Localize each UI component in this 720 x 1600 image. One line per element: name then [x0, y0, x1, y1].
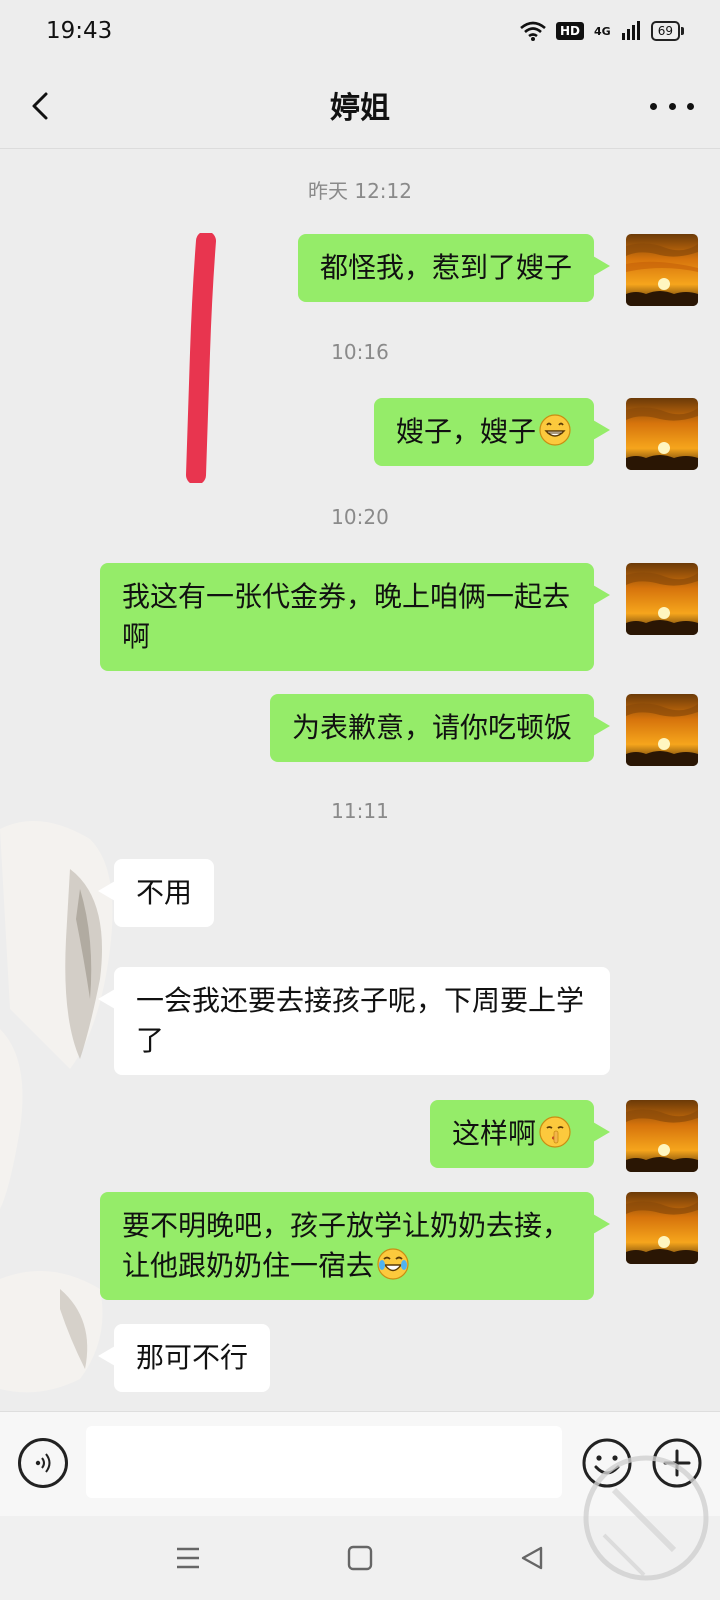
system-navigation-bar [0, 1516, 720, 1600]
voice-icon [35, 1453, 51, 1473]
my-avatar[interactable] [626, 563, 698, 635]
status-bar: 19:43 HD 4G 69 [0, 0, 720, 62]
status-time: 19:43 [46, 18, 113, 44]
more-dot-icon [668, 102, 676, 110]
more-functions-button[interactable] [650, 1436, 704, 1490]
sunset-avatar-image [626, 398, 698, 470]
smudge-overlay [0, 821, 113, 1209]
incoming-message[interactable]: 不用 [97, 859, 215, 927]
plus-icon [652, 1438, 702, 1488]
outgoing-message[interactable]: 都怪我，惹到了嫂子 [297, 234, 611, 302]
emoji-button[interactable] [580, 1436, 634, 1490]
hd-badge: HD [556, 22, 585, 40]
tears-of-joy-emoji-icon [377, 1248, 409, 1280]
status-icons: HD 4G 69 [520, 21, 684, 41]
outgoing-message[interactable]: 嫂子，嫂子 [373, 398, 611, 466]
smudge-overlay [0, 1271, 103, 1393]
incoming-message[interactable]: 一会我还要去接孩子呢，下周要上学了 [98, 967, 610, 1075]
chevron-left-icon [32, 92, 48, 120]
my-avatar[interactable] [626, 1192, 698, 1264]
voice-input-button[interactable] [18, 1438, 68, 1488]
battery-icon: 69 [650, 21, 684, 41]
outgoing-message[interactable]: 要不明晚吧，孩子放学让奶奶去接，让他跟奶奶住一宿去 [100, 1192, 610, 1300]
input-bar [0, 1411, 720, 1516]
smiley-icon [582, 1438, 632, 1488]
triangle-back-icon [521, 1546, 543, 1570]
message-list[interactable]: 昨天 12:12 都怪我，惹到了嫂子 10:16 嫂子，嫂子 10:20 我这有… [0, 149, 720, 1411]
signal-icon [621, 21, 640, 40]
chat-header: 婷姐 [0, 62, 720, 148]
outgoing-message[interactable]: 为表歉意，请你吃顿饭 [269, 694, 611, 762]
grin-emoji-icon [539, 414, 571, 446]
network-label: 4G [594, 24, 611, 38]
sunset-avatar-image [626, 563, 698, 635]
my-avatar[interactable] [626, 234, 698, 306]
incoming-message[interactable]: 那可不行 [97, 1324, 271, 1392]
more-dot-icon [687, 102, 694, 110]
my-avatar[interactable] [626, 1100, 698, 1172]
square-icon [347, 1545, 373, 1571]
hamburger-icon [177, 1547, 199, 1569]
sunset-avatar-image [626, 1100, 698, 1172]
more-dot-icon [650, 102, 657, 110]
sunset-avatar-image [626, 234, 698, 306]
sunset-avatar-image [626, 694, 698, 766]
my-avatar[interactable] [626, 398, 698, 470]
more-options-button[interactable] [650, 88, 694, 124]
message-text: 嫂子，嫂子 [395, 415, 536, 448]
menu-nav-button[interactable] [168, 1538, 208, 1578]
sunset-avatar-image [626, 1192, 698, 1264]
message-timestamp: 10:16 [331, 340, 389, 364]
battery-level: 69 [650, 21, 680, 41]
message-input[interactable] [86, 1426, 562, 1498]
message-text: 这样啊 [451, 1117, 536, 1150]
back-nav-button[interactable] [512, 1538, 552, 1578]
wifi-icon [520, 21, 546, 41]
outgoing-message[interactable]: 这样啊 [429, 1100, 611, 1168]
outgoing-message[interactable]: 我这有一张代金券，晚上咱俩一起去啊 [100, 563, 610, 671]
back-button[interactable] [20, 86, 60, 126]
message-timestamp: 昨天 12:12 [308, 179, 412, 203]
message-text: 要不明晚吧，孩子放学让奶奶去接，让他跟奶奶住一宿去 [122, 1209, 571, 1282]
my-avatar[interactable] [626, 694, 698, 766]
shh-emoji-icon [539, 1116, 571, 1148]
message-timestamp: 11:11 [331, 799, 389, 823]
message-timestamp: 10:20 [331, 505, 389, 529]
chat-title: 婷姐 [330, 91, 390, 126]
home-nav-button[interactable] [340, 1538, 380, 1578]
